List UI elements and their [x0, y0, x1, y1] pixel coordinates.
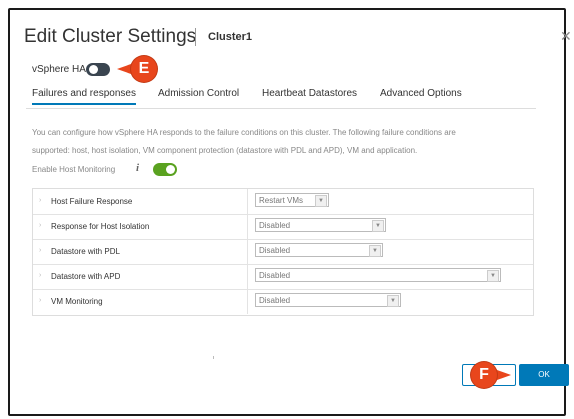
annotation-badge-e: E — [131, 56, 157, 82]
host-monitoring-label: Enable Host Monitoring — [32, 165, 116, 174]
setting-label: Response for Host Isolation — [51, 222, 150, 231]
tab-failures-and-responses[interactable]: Failures and responses — [32, 88, 136, 105]
chevron-down-icon[interactable]: ▼ — [372, 220, 384, 232]
tab-admission-control[interactable]: Admission Control — [158, 88, 239, 99]
description-text: You can configure how vSphere HA respond… — [32, 124, 532, 160]
select-value: Restart VMs — [259, 196, 304, 205]
chevron-down-icon[interactable]: ▼ — [369, 245, 381, 257]
column-divider — [247, 239, 248, 264]
vsphere-ha-label: vSphere HA — [32, 64, 86, 75]
close-icon[interactable]: ✕ — [560, 28, 572, 45]
annotation-arrow-e — [117, 64, 131, 74]
host-monitoring-toggle[interactable] — [153, 163, 177, 176]
select-value: Disabled — [259, 296, 291, 305]
settings-grid: › Host Failure Response Restart VMs ▼ › … — [32, 188, 534, 316]
tabs-divider — [26, 108, 536, 109]
chevron-right-icon[interactable]: › — [39, 222, 41, 229]
setting-label: Host Failure Response — [51, 197, 133, 206]
toggle-knob — [89, 65, 98, 74]
chevron-down-icon[interactable]: ▼ — [487, 270, 499, 282]
chevron-down-icon[interactable]: ▼ — [387, 295, 399, 307]
vm-monitoring-select[interactable]: Disabled ▼ — [255, 293, 401, 307]
column-divider — [247, 214, 248, 239]
chevron-right-icon[interactable]: › — [39, 272, 41, 279]
description-line-1: You can configure how vSphere HA respond… — [32, 128, 456, 137]
select-value: Disabled — [259, 271, 291, 280]
setting-label: Datastore with PDL — [51, 247, 120, 256]
settings-row[interactable]: › Response for Host Isolation Disabled ▼ — [33, 214, 533, 240]
setting-label: VM Monitoring — [51, 297, 103, 306]
settings-row[interactable]: › Datastore with PDL Disabled ▼ — [33, 239, 533, 265]
chevron-right-icon[interactable]: › — [39, 197, 41, 204]
chevron-right-icon[interactable]: › — [39, 247, 41, 254]
annotation-arrow-f — [497, 370, 511, 380]
host-failure-response-select[interactable]: Restart VMs ▼ — [255, 193, 329, 207]
setting-label: Datastore with APD — [51, 272, 121, 281]
chevron-right-icon[interactable]: › — [39, 297, 41, 304]
ok-button[interactable]: OK — [519, 364, 569, 386]
settings-row[interactable]: › VM Monitoring Disabled ▼ — [33, 289, 533, 314]
title-separator — [195, 28, 196, 46]
select-value: Disabled — [259, 246, 291, 255]
tab-heartbeat-datastores[interactable]: Heartbeat Datastores — [262, 88, 357, 99]
dialog-title: Edit Cluster Settings — [24, 26, 197, 47]
datastore-apd-select[interactable]: Disabled ▼ — [255, 268, 501, 282]
vsphere-ha-toggle[interactable] — [86, 63, 110, 76]
tab-advanced-options[interactable]: Advanced Options — [380, 88, 462, 99]
chevron-down-icon[interactable]: ▼ — [315, 195, 327, 207]
divider-mark — [213, 356, 214, 359]
column-divider — [247, 289, 248, 314]
cluster-name: Cluster1 — [208, 31, 253, 43]
info-icon[interactable]: i — [136, 162, 139, 174]
host-isolation-response-select[interactable]: Disabled ▼ — [255, 218, 386, 232]
column-divider — [247, 189, 248, 214]
settings-row[interactable]: › Datastore with APD Disabled ▼ — [33, 264, 533, 290]
select-value: Disabled — [259, 221, 291, 230]
column-divider — [247, 264, 248, 289]
annotation-badge-f: F — [471, 362, 497, 388]
datastore-pdl-select[interactable]: Disabled ▼ — [255, 243, 383, 257]
description-line-2: supported: host, host isolation, VM comp… — [32, 146, 418, 155]
toggle-knob — [166, 165, 175, 174]
settings-row[interactable]: › Host Failure Response Restart VMs ▼ — [33, 189, 533, 215]
